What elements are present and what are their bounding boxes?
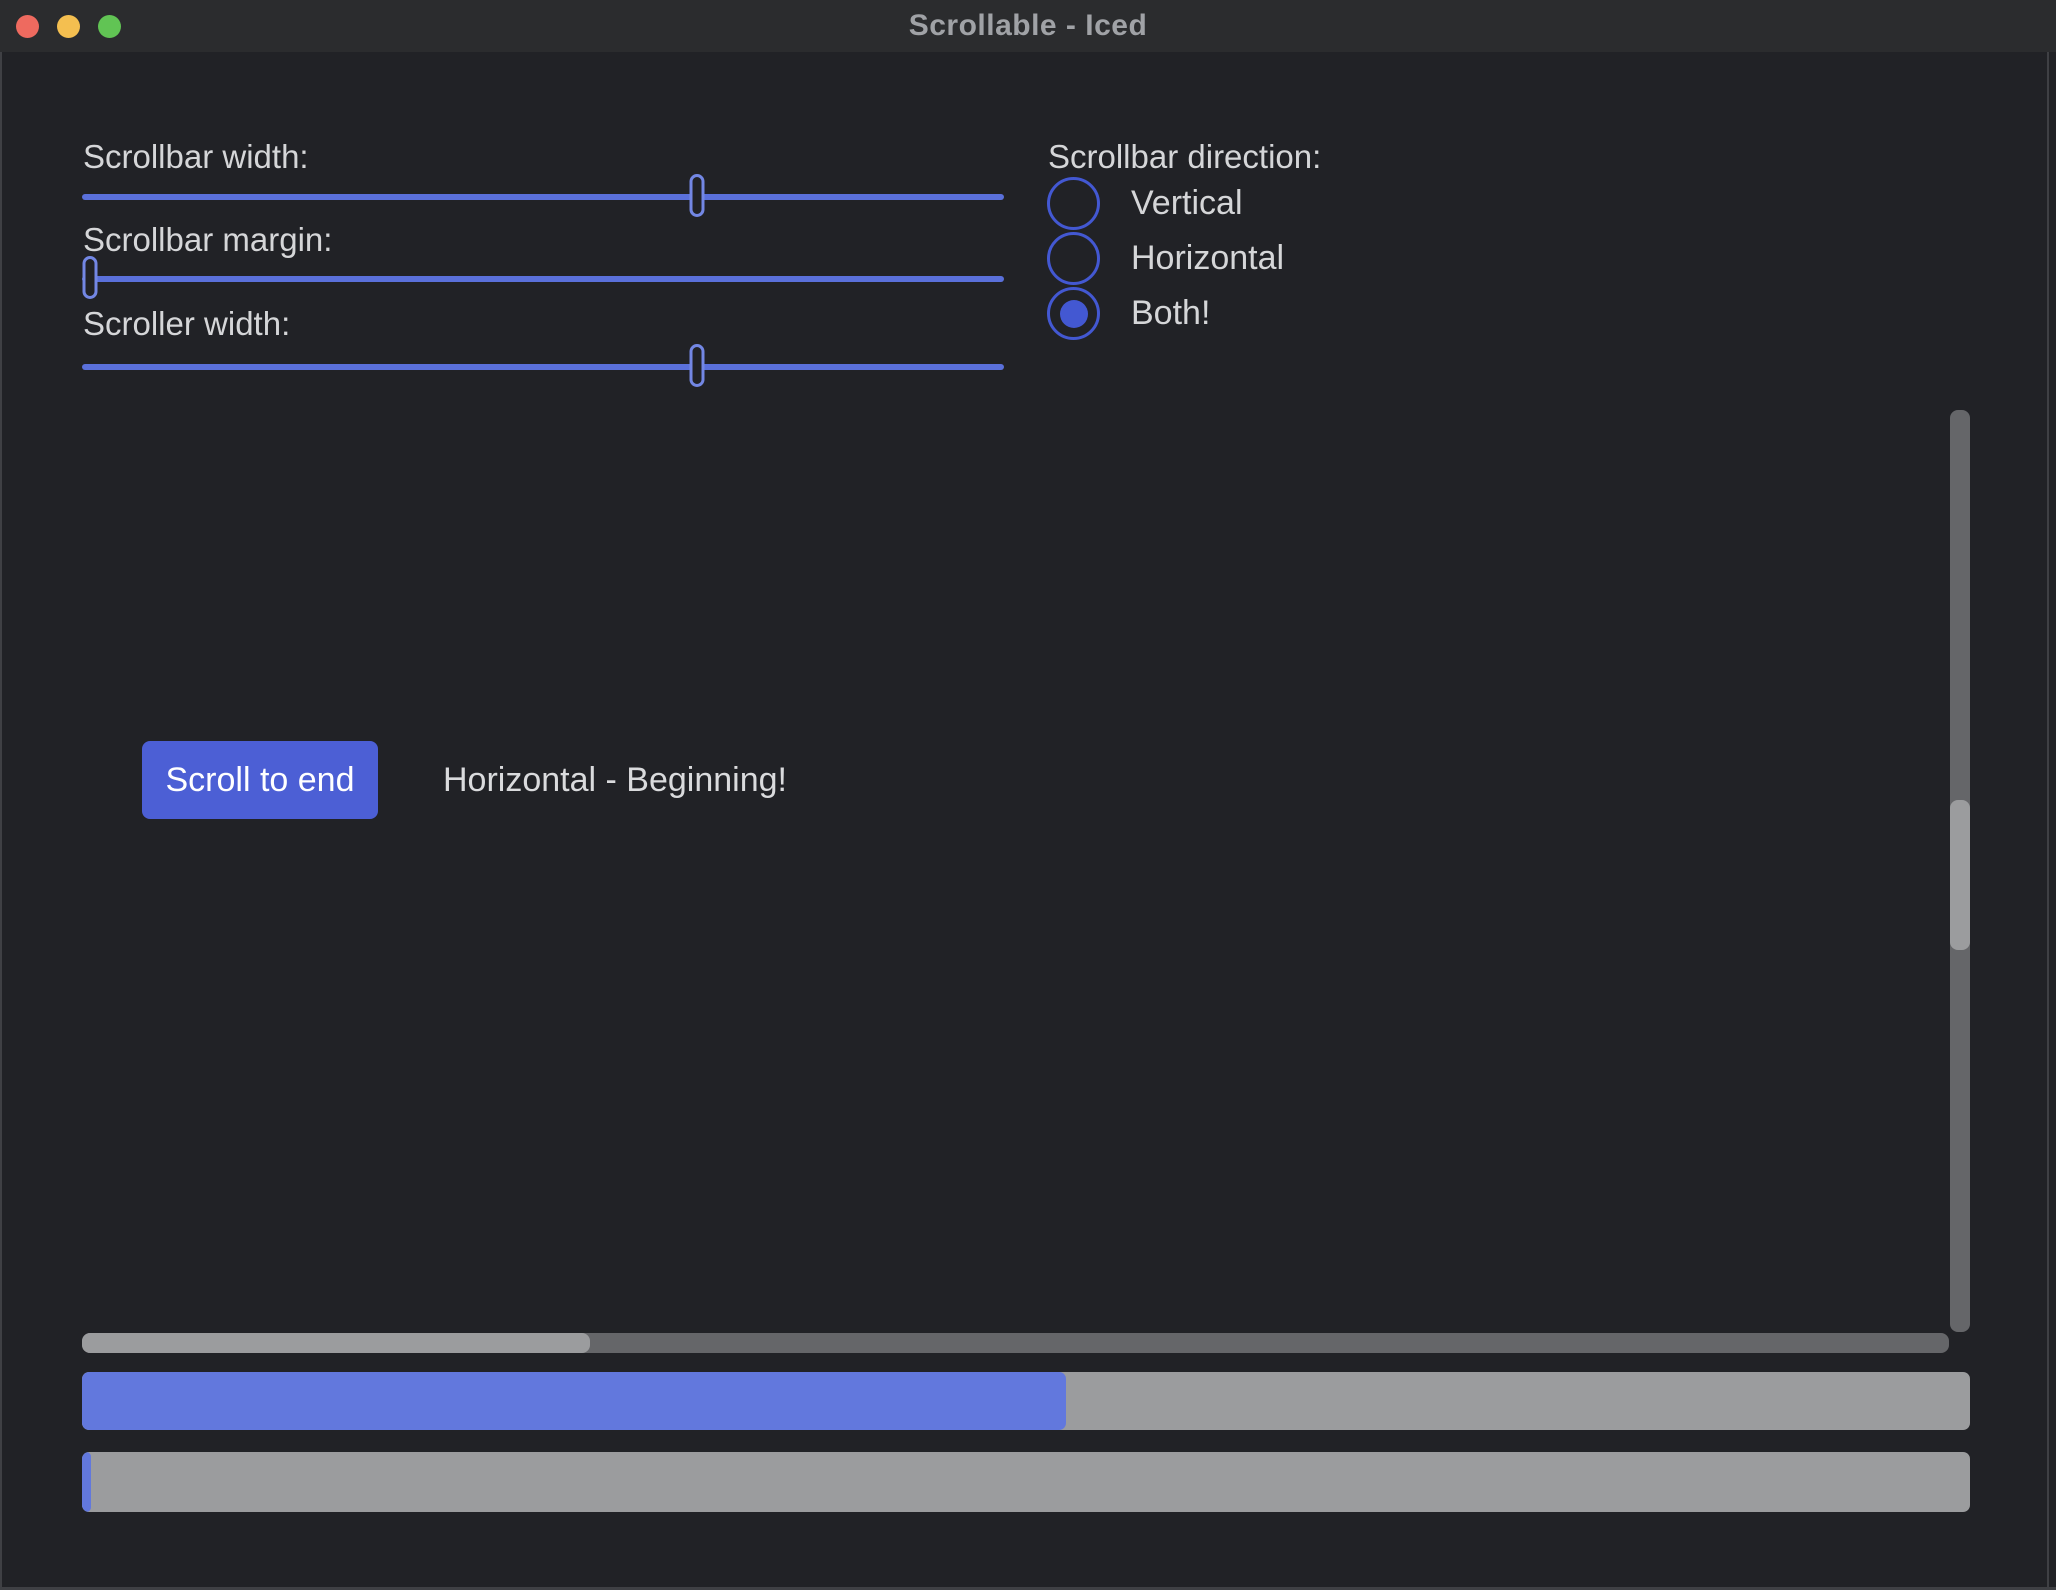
scrollbar-margin-label: Scrollbar margin:: [83, 221, 332, 259]
radio-vertical[interactable]: Vertical: [1047, 177, 1284, 230]
vertical-scrollbar-thumb[interactable]: [1950, 800, 1970, 950]
radio-circle-icon[interactable]: [1047, 232, 1100, 285]
radio-circle-icon[interactable]: [1047, 177, 1100, 230]
window-frame-right: [2047, 52, 2049, 1590]
horizontal-progress-bar: [82, 1372, 1970, 1430]
window-frame-left: [0, 52, 2, 1590]
radio-circle-icon[interactable]: [1047, 287, 1100, 340]
scrollbar-direction-group: Vertical Horizontal Both!: [1047, 177, 1284, 340]
radio-horizontal[interactable]: Horizontal: [1047, 232, 1284, 285]
scrollbar-margin-slider[interactable]: [82, 276, 1004, 282]
radio-both[interactable]: Both!: [1047, 287, 1284, 340]
minimize-button[interactable]: [57, 15, 80, 38]
radio-dot-icon: [1060, 300, 1088, 328]
radio-vertical-label: Vertical: [1131, 184, 1243, 223]
close-button[interactable]: [16, 15, 39, 38]
slider-handle[interactable]: [689, 344, 704, 387]
radio-both-label: Both!: [1131, 294, 1210, 333]
scroll-to-end-button[interactable]: Scroll to end: [142, 741, 378, 819]
radio-horizontal-label: Horizontal: [1131, 239, 1284, 278]
scroll-status-text: Horizontal - Beginning!: [443, 741, 787, 819]
scroller-width-slider[interactable]: [82, 364, 1004, 370]
progress-fill: [82, 1372, 1066, 1430]
horizontal-scrollbar-track[interactable]: [82, 1333, 1949, 1353]
scrollbar-direction-heading: Scrollbar direction:: [1048, 138, 1321, 176]
traffic-lights: [16, 0, 121, 52]
zoom-button[interactable]: [98, 15, 121, 38]
app-window: Scrollable - Iced Scrollbar width: Scrol…: [0, 0, 2056, 1590]
vertical-scrollbar-track[interactable]: [1950, 410, 1970, 1332]
scroller-width-label: Scroller width:: [83, 305, 290, 343]
slider-handle[interactable]: [689, 174, 704, 217]
slider-handle[interactable]: [83, 256, 98, 299]
horizontal-scrollbar-thumb[interactable]: [82, 1333, 590, 1353]
vertical-progress-bar: [82, 1452, 1970, 1512]
scrollbar-width-slider[interactable]: [82, 194, 1004, 200]
scrollbar-width-label: Scrollbar width:: [83, 138, 309, 176]
titlebar: Scrollable - Iced: [0, 0, 2056, 52]
progress-fill: [82, 1452, 91, 1512]
window-title: Scrollable - Iced: [909, 9, 1148, 43]
